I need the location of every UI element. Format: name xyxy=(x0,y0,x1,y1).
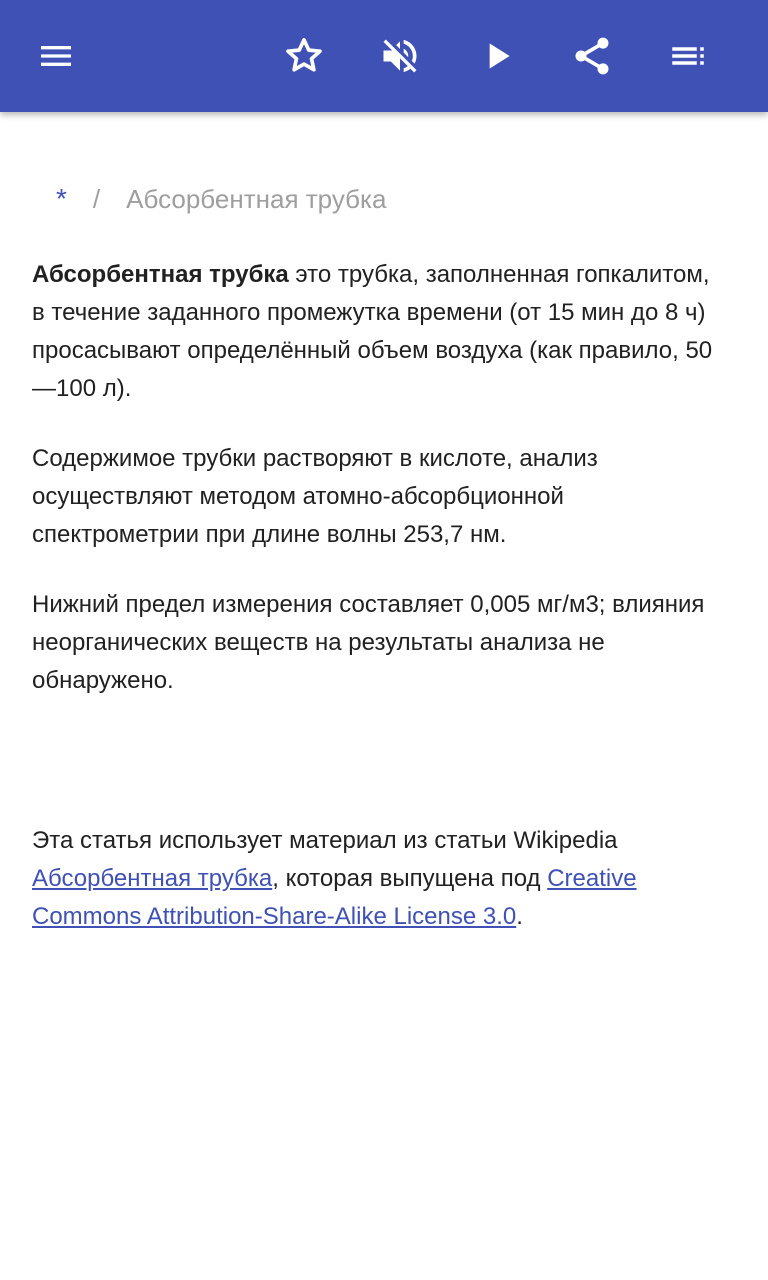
attribution-prefix: Эта статья использует материал из статьи… xyxy=(32,827,618,854)
app-toolbar xyxy=(0,0,768,112)
breadcrumb: * / Абсорбентная трубка xyxy=(32,170,722,228)
play-button[interactable] xyxy=(466,24,530,88)
menu-button[interactable] xyxy=(24,24,88,88)
breadcrumb-separator: / xyxy=(92,184,101,214)
play-icon xyxy=(489,43,510,69)
toc-list-icon xyxy=(672,47,704,65)
article-term: Абсорбентная трубка xyxy=(32,261,289,288)
attribution-middle: , которая выпущена под xyxy=(272,865,548,892)
attribution-suffix: . xyxy=(516,903,523,930)
analysis-paragraph: Содержимое трубки растворяют в кислоте, … xyxy=(32,445,598,548)
breadcrumb-home-link[interactable]: * xyxy=(56,183,67,214)
attribution-note: Эта статья использует материал из статьи… xyxy=(32,822,722,936)
table-of-contents-button[interactable] xyxy=(656,24,720,88)
share-icon xyxy=(575,37,609,75)
volume-off-icon xyxy=(383,39,417,73)
limit-paragraph: Нижний предел измерения составляет 0,005… xyxy=(32,591,705,694)
mute-button[interactable] xyxy=(368,24,432,88)
intro-paragraph: Абсорбентная трубка это трубка, заполнен… xyxy=(32,256,722,408)
menu-icon xyxy=(41,46,71,66)
share-button[interactable] xyxy=(560,24,624,88)
favorite-button[interactable] xyxy=(272,24,336,88)
star-outline-icon xyxy=(286,38,322,72)
breadcrumb-current: Абсорбентная трубка xyxy=(126,184,387,214)
source-article-link[interactable]: Абсорбентная трубка xyxy=(32,865,272,892)
article-content: * / Абсорбентная трубка Абсорбентная трубк… xyxy=(32,170,722,968)
